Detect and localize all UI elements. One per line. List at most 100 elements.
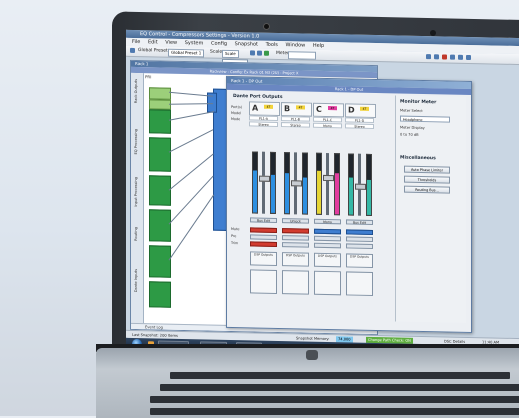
mute-button[interactable] — [314, 228, 341, 235]
mute-button[interactable] — [346, 229, 373, 235]
sidebar-label[interactable]: Rack Outputs — [134, 79, 138, 103]
sidebar-label[interactable]: Dante Inputs — [134, 269, 138, 292]
fader-handle[interactable] — [259, 175, 270, 182]
dsp-output-panel: Rack 1 - DP Out Rack 1 - DP Out Dante Po… — [226, 75, 472, 334]
copy-icon[interactable] — [257, 50, 262, 56]
menu-snapshot[interactable]: Snapshot — [235, 41, 258, 47]
signal-wire — [168, 129, 214, 153]
trim-button[interactable] — [314, 242, 341, 249]
laptop-screen: EQ Control - Compressors Settings - Vers… — [126, 29, 519, 359]
help-icon[interactable] — [466, 54, 471, 61]
pre-button[interactable] — [314, 235, 341, 242]
sidebar-label[interactable]: EQ Processing — [134, 129, 138, 155]
menu-config[interactable]: Config — [211, 41, 227, 47]
fader-handle[interactable] — [355, 183, 366, 190]
signal-wire — [168, 111, 215, 121]
meter-combo[interactable] — [288, 51, 316, 60]
menu-edit[interactable]: Edit — [148, 39, 158, 45]
workspace-sidebar: Rack Outputs EQ Processing Input Process… — [131, 72, 144, 330]
webcam-icon — [263, 23, 270, 30]
channel-strip-b: B 4T PL1-B Stereo Unlock DSP Outputs — [281, 102, 312, 323]
workspace-sub-label: PRI — [145, 74, 152, 80]
menu-system[interactable]: System — [185, 40, 204, 46]
mute-button[interactable] — [250, 227, 277, 233]
zoom-icon[interactable] — [426, 54, 431, 60]
channel-head: D 4T — [345, 103, 376, 119]
mute-button[interactable] — [282, 228, 309, 234]
play-icon[interactable] — [264, 50, 269, 56]
settings-icon[interactable] — [458, 54, 463, 60]
channel-edit-button[interactable]: Unlock — [282, 218, 309, 224]
user-icon[interactable] — [130, 47, 135, 53]
refresh-icon[interactable] — [450, 54, 455, 60]
row-label: Pre — [231, 234, 237, 239]
channel-mode[interactable]: Mono — [313, 122, 342, 129]
global-preset-combo[interactable]: Global Preset 1 — [168, 48, 205, 58]
menu-help[interactable]: Help — [313, 43, 324, 49]
input-block[interactable] — [149, 137, 171, 172]
grid-icon[interactable] — [434, 54, 439, 60]
menu-window[interactable]: Window — [286, 42, 306, 48]
level-meter — [348, 153, 354, 216]
menu-tools[interactable]: Tools — [266, 42, 278, 48]
level-meter — [284, 152, 290, 215]
input-block[interactable] — [149, 245, 171, 278]
dsp-output-box[interactable]: DSP Outputs — [282, 252, 309, 267]
menu-file[interactable]: File — [132, 39, 140, 45]
input-block[interactable] — [149, 209, 171, 242]
dsp-output-box[interactable]: DSP Outputs — [346, 253, 373, 268]
channel-mode[interactable]: Stereo — [345, 123, 374, 130]
channel-strip-a: A 4T PL1-A Stereo Bus Edit DSP Outputs — [249, 101, 280, 322]
fader-track — [326, 153, 329, 216]
dsp-output-box[interactable]: DSP Outputs — [250, 251, 277, 266]
auto-phase-button[interactable]: Auto Phase Limiter — [404, 165, 450, 174]
dsp-eq-box[interactable] — [346, 271, 373, 296]
dsp-eq-box[interactable] — [282, 270, 309, 295]
thresholds-button[interactable]: Thresholds — [404, 175, 450, 184]
channel-mode[interactable]: Stereo — [281, 122, 310, 128]
sidebar-label[interactable]: Routing — [134, 227, 138, 241]
screw-icon — [430, 30, 436, 36]
signal-wire — [168, 194, 215, 261]
trim-button[interactable] — [346, 243, 373, 249]
pre-button[interactable] — [250, 234, 277, 240]
stop-icon[interactable] — [442, 54, 447, 60]
input-block[interactable] — [149, 99, 171, 110]
channel-edit-button[interactable]: Mono — [314, 218, 341, 225]
scale-combo[interactable]: Scale — [222, 49, 239, 59]
dsp-output-box[interactable]: DSP Outputs — [314, 252, 341, 268]
monitor-meter-settings: Monitor Meter Meter Select Headphone Met… — [395, 95, 466, 323]
meter-select-dropdown[interactable]: Headphone — [400, 115, 450, 123]
dsp-eq-box[interactable] — [314, 270, 341, 296]
key-row — [150, 408, 519, 415]
pre-button[interactable] — [346, 236, 373, 242]
global-preset-label: Global Preset — [138, 48, 168, 54]
channel-edit-button[interactable]: Bus Edit — [250, 217, 277, 223]
channel-letter: C — [316, 104, 322, 114]
trim-button[interactable] — [282, 242, 309, 248]
channel-port: PL1-A — [249, 115, 278, 121]
channel-mode[interactable]: Stereo — [249, 121, 278, 127]
input-block[interactable] — [149, 109, 171, 134]
input-block[interactable] — [149, 281, 171, 308]
channel-badge: 4T — [360, 106, 369, 111]
channel-strip-d: D 4T PL1-D Stereo Bus Edit DSP Outputs — [345, 103, 376, 324]
meter-display-value: 0 to 70 dB — [400, 132, 419, 137]
key-row — [170, 372, 510, 379]
level-meter — [366, 153, 372, 216]
meter-select-label: Meter Select — [400, 108, 423, 114]
routing-bus-button[interactable]: Routing Bus... — [404, 185, 450, 194]
channel-edit-button[interactable]: Bus Edit — [346, 219, 373, 225]
fader-handle[interactable] — [323, 174, 334, 182]
channel-strip-c: C 4T PL1-C Mono Mono DSP Outputs — [313, 102, 344, 324]
dsp-eq-box[interactable] — [250, 269, 277, 294]
input-block[interactable] — [149, 87, 171, 100]
pre-button[interactable] — [282, 235, 309, 241]
input-block[interactable] — [149, 175, 171, 206]
menu-view[interactable]: View — [165, 40, 177, 46]
save-icon[interactable] — [250, 50, 255, 56]
sidebar-label[interactable]: Input Processing — [134, 177, 138, 207]
fader-handle[interactable] — [291, 180, 302, 187]
channel-badge: 4T — [296, 105, 305, 110]
trim-button[interactable] — [250, 241, 277, 247]
